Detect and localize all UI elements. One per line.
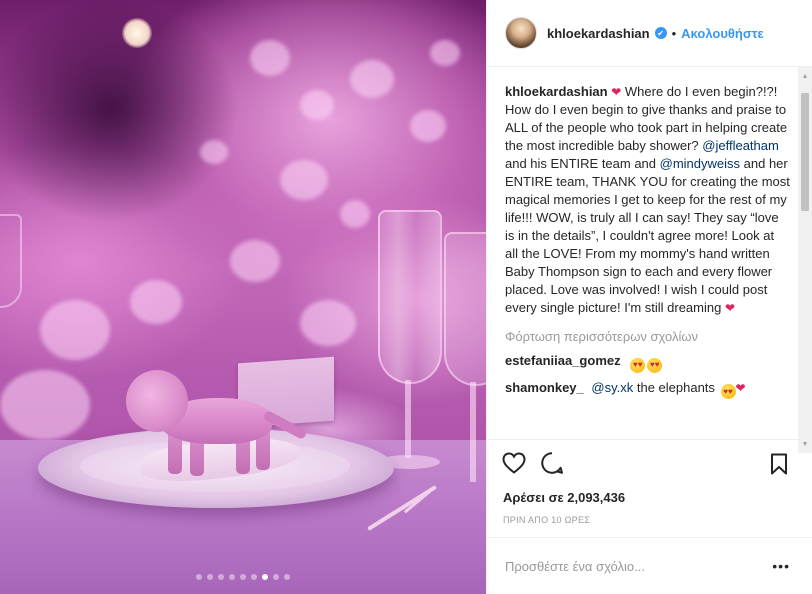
comments-area[interactable]: khloekardashian ❤ Where do I even begin?… [487,67,812,439]
comment-input[interactable] [505,558,773,574]
caption: khloekardashian ❤ Where do I even begin?… [505,83,790,317]
heart-emoji: ❤ [735,380,746,395]
carousel-dot [251,574,257,580]
heart-eyes-emoji: ♥♥ [630,357,646,373]
bookmark-icon [771,453,787,475]
heart-emoji: ❤ [724,301,736,315]
separator-dot: • [671,25,677,41]
bokeh [350,60,394,98]
bokeh [200,140,228,164]
wine-glass [378,210,442,384]
heart-eyes-emoji: ♥♥ [720,384,736,399]
save-button[interactable] [768,452,790,476]
heart-outline-icon [502,452,526,474]
post-side-panel: khloekardashian ✔ • Ακολουθήστε khloekar… [486,0,812,594]
carousel-dot [207,574,213,580]
caption-text: and his ENTIRE team and [505,156,660,171]
post-timestamp[interactable]: ΠΡΙΝ ΑΠΟ 10 ΩΡΕΣ [501,515,796,525]
bokeh [340,200,370,228]
instagram-post: khloekardashian ✔ • Ακολουθήστε khloekar… [0,0,812,594]
add-comment-bar: ••• [487,537,812,594]
comments-scrollbar[interactable]: ▲ ▼ [798,67,812,453]
bokeh [0,370,90,440]
caption-text: and her ENTIRE team, THANK YOU for creat… [505,156,790,315]
heart-eyes-emoji: ♥♥ [647,357,663,373]
avatar[interactable] [505,17,537,49]
header-username[interactable]: khloekardashian [547,26,650,41]
bokeh [300,300,356,346]
comment-item: shamonkey_ @sy.xk the elephants ♥♥ ❤ [505,379,790,399]
action-row [501,450,796,476]
bokeh [300,90,334,120]
caption-username[interactable]: khloekardashian [505,84,608,99]
wine-glass-2-stem [470,382,476,482]
verified-badge-icon: ✔ [654,27,667,39]
bokeh [280,160,328,200]
bokeh [250,40,290,76]
comment-username[interactable]: estefaniiaa_gomez [505,353,621,368]
load-more-comments-button[interactable]: Φόρτωση περισσότερων σχολίων [505,329,790,344]
carousel-dot [273,574,279,580]
more-options-icon[interactable]: ••• [772,558,790,574]
mention-link[interactable]: @mindyweiss [660,156,740,171]
wine-glass-left [0,214,22,308]
comment-text: the elephants [633,379,719,395]
bokeh [430,40,460,66]
carousel-dot [229,574,235,580]
likes-count[interactable]: Αρέσει σε 2,093,436 [501,490,796,505]
follow-button[interactable]: Ακολουθήστε [681,26,764,41]
post-actions: Αρέσει σε 2,093,436 ΠΡΙΝ ΑΠΟ 10 ΩΡΕΣ [487,439,812,535]
wine-glass-stem [405,380,411,458]
bokeh [40,300,110,360]
carousel-indicator [0,574,486,580]
carousel-dot [218,574,224,580]
lamp-light [122,18,152,48]
mention-link[interactable]: @jeffleatham [702,138,779,153]
like-button[interactable] [501,450,527,476]
post-header: khloekardashian ✔ • Ακολουθήστε [487,0,812,67]
scroll-up-arrow-icon[interactable]: ▲ [798,69,812,83]
post-photo[interactable] [0,0,486,594]
comment-button[interactable] [539,450,565,476]
bokeh [410,110,446,142]
bokeh [230,240,280,282]
lion-figurine-head [126,370,188,432]
carousel-dot [196,574,202,580]
comment-item: estefaniiaa_gomez ♥♥ ♥♥ [505,352,790,373]
mention-link[interactable]: @sy.xk [591,380,633,395]
scroll-thumb[interactable] [801,93,809,211]
carousel-dot-active [262,574,268,580]
carousel-dot [284,574,290,580]
comment-bubble-icon [541,452,563,474]
wine-glass-2 [444,232,486,386]
comment-username[interactable]: shamonkey_ [505,380,584,395]
carousel-dot [240,574,246,580]
heart-emoji: ❤ [611,85,622,99]
bokeh [130,280,182,324]
